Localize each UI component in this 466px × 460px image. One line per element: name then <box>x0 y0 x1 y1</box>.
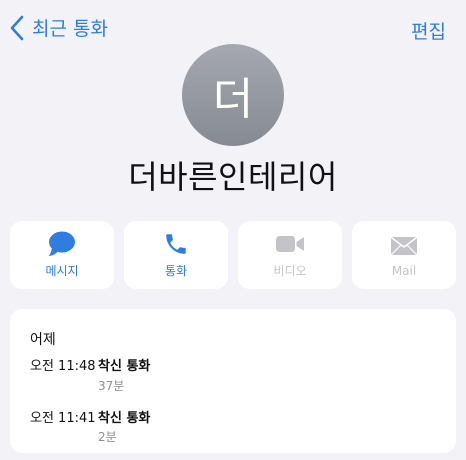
mail-button[interactable]: Mail <box>352 221 456 289</box>
back-button-label: 최근 통화 <box>32 18 108 40</box>
phone-icon <box>166 234 186 254</box>
call-type: 착신 통화 <box>98 411 151 426</box>
message-button-label: 메시지 <box>45 264 79 278</box>
chevron-left-icon <box>10 15 24 40</box>
back-button[interactable]: 최근 통화 <box>10 14 108 41</box>
edit-button[interactable]: 편집 <box>411 17 446 44</box>
message-bubble-icon <box>48 231 75 256</box>
contact-name: 더바른인테리어 <box>128 158 338 196</box>
video-button-label: 비디오 <box>273 264 307 278</box>
call-duration: 2분 <box>98 430 117 444</box>
mail-envelope-icon <box>391 236 417 255</box>
recent-calls-card: 어제 오전 11:48 착신 통화 37분 오전 11:41 착신 통화 2분 <box>10 309 456 453</box>
call-time: 오전 11:48 <box>30 359 96 374</box>
message-button[interactable]: 메시지 <box>10 221 114 289</box>
avatar: 더 <box>182 44 284 146</box>
call-button-label: 통화 <box>164 264 188 278</box>
video-button[interactable]: 비디오 <box>238 221 342 289</box>
action-buttons: 메시지 통화 비디오 Mail <box>10 221 456 289</box>
call-type: 착신 통화 <box>98 359 151 374</box>
call-duration: 37분 <box>98 379 125 393</box>
avatar-initial: 더 <box>212 74 254 125</box>
recent-calls-day: 어제 <box>30 332 56 348</box>
contact-detail-screen: 최근 통화 편집 더 더바른인테리어 메시지 통화 비디오 Mail 어제 오전… <box>0 0 466 460</box>
call-button[interactable]: 통화 <box>124 221 228 289</box>
video-camera-icon <box>276 236 304 252</box>
mail-button-label: Mail <box>391 263 417 278</box>
call-time: 오전 11:41 <box>30 411 96 426</box>
